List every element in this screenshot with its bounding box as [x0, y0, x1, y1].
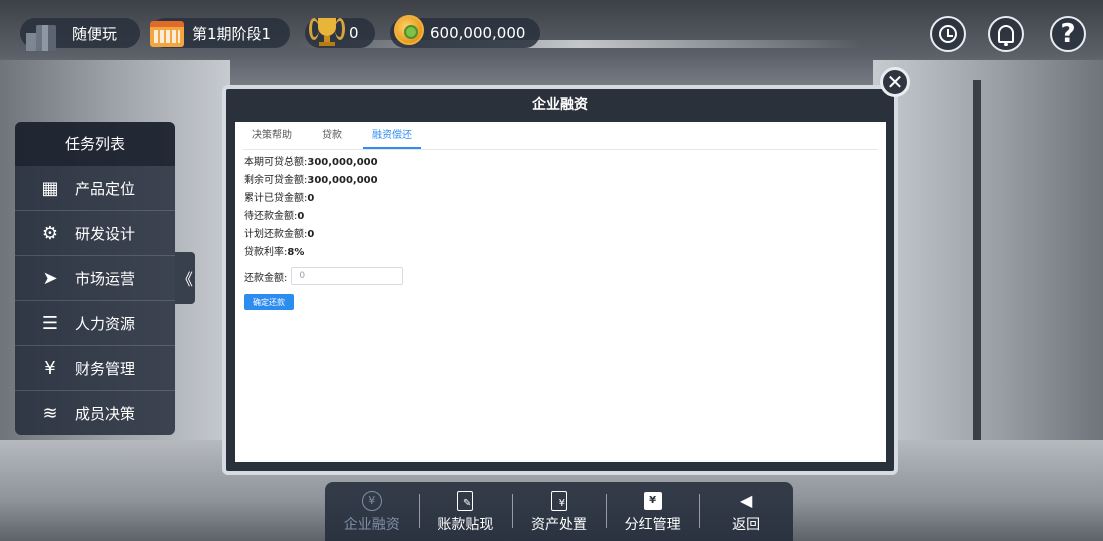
dialog-title: 企业融资: [532, 97, 588, 113]
sidebar-item-finance[interactable]: ¥ 财务管理: [15, 346, 175, 391]
toolbar-label: 账款贴现: [437, 516, 494, 533]
dialog-body: 决策帮助 贷款 融资偿还 本期可贷总额:300,000,000 剩余可贷金额:3…: [235, 122, 886, 462]
sidebar-item-rd-design[interactable]: ⚙ 研发设计: [15, 211, 175, 256]
office-wall-right: [873, 60, 1103, 480]
toolbar-back[interactable]: ◀ 返回: [699, 482, 793, 541]
coin-icon: [394, 15, 424, 45]
document-yen-icon: ¥: [550, 490, 567, 511]
person-list-icon: ☰: [41, 312, 59, 334]
double-chevron-left-icon: 《: [176, 270, 193, 289]
period-badge: 第1期阶段1: [150, 18, 290, 48]
financing-dialog: 企业融资 决策帮助 贷款 融资偿还 本期可贷总额:300,000,000 剩余可…: [222, 85, 898, 475]
finance-toolbar: ¥ 企业融资 ✎ 账款贴现 ¥ 资产处置 ¥ 分红管理 ◀ 返回: [325, 482, 793, 541]
toolbar-label: 资产处置: [530, 516, 587, 533]
paper-plane-icon: ➤: [42, 267, 58, 289]
tab-decision-help[interactable]: 决策帮助: [243, 122, 301, 149]
toolbar-label: 返回: [732, 516, 761, 533]
gear-icon: ⚙: [41, 222, 59, 244]
notification-button[interactable]: [988, 16, 1024, 52]
close-icon: ✕: [886, 70, 904, 94]
sidebar-item-label: 产品定位: [75, 179, 136, 198]
yen-icon: ¥: [44, 357, 56, 379]
loan-info: 本期可贷总额:300,000,000 剩余可贷金额:300,000,000 累计…: [235, 150, 886, 310]
task-sidebar: 任务列表 ▦ 产品定位 ⚙ 研发设计 ➤ 市场运营 ☰ 人力资源 ¥ 财务管理 …: [15, 122, 175, 435]
info-row-borrowed: 累计已贷金额:0: [244, 193, 315, 204]
calendar-icon: [150, 21, 184, 47]
coin-amount: 600,000,000: [430, 24, 526, 42]
toolbar-asset-disposal[interactable]: ¥ 资产处置: [512, 482, 606, 541]
dividend-box-icon: ¥: [643, 491, 662, 510]
repay-amount-label: 还款金额:: [244, 272, 288, 284]
toolbar-dividend[interactable]: ¥ 分红管理: [605, 482, 700, 541]
toolbar-discount[interactable]: ✎ 账款贴现: [418, 482, 513, 541]
close-dialog-button[interactable]: ✕: [880, 67, 910, 97]
yen-coin-icon: ¥: [361, 490, 382, 511]
trophy-count: 0: [349, 24, 359, 42]
user-badge: 随便玩: [20, 18, 140, 51]
sidebar-item-hr[interactable]: ☰ 人力资源: [15, 301, 175, 346]
trophy-badge: 0: [305, 18, 375, 48]
building-icon: [26, 25, 56, 51]
info-row-interest-rate: 贷款利率:8%: [244, 247, 305, 258]
period-label: 第1期阶段1: [192, 24, 272, 43]
bell-icon: [998, 25, 1014, 46]
history-button[interactable]: [930, 16, 966, 52]
sidebar-item-product-positioning[interactable]: ▦ 产品定位: [15, 166, 175, 211]
toolbar-label: 分红管理: [624, 516, 681, 533]
sidebar-item-label: 市场运营: [75, 269, 136, 288]
repay-amount-row: 还款金额:: [244, 266, 877, 286]
info-row-pending-repayment: 待还款金额:0: [244, 211, 305, 222]
sidebar-item-label: 人力资源: [75, 314, 136, 333]
info-row-planned-repayment: 计划还款金额:0: [244, 229, 315, 240]
user-name: 随便玩: [72, 24, 118, 43]
sidebar-item-label: 成员决策: [75, 405, 136, 423]
sidebar-item-marketing[interactable]: ➤ 市场运营: [15, 256, 175, 301]
grid-icon: ▦: [41, 177, 59, 199]
repay-amount-input[interactable]: [291, 267, 404, 285]
tab-repayment[interactable]: 融资偿还: [363, 122, 421, 149]
tab-loan[interactable]: 贷款: [313, 122, 351, 149]
toolbar-label: 企业融资: [343, 516, 400, 533]
info-row-total-loanable: 本期可贷总额:300,000,000: [244, 157, 378, 168]
back-arrow-icon: ◀: [740, 491, 753, 510]
help-button[interactable]: ?: [1050, 16, 1086, 52]
confirm-repay-button[interactable]: 确定还款: [244, 294, 294, 310]
coin-badge: 600,000,000: [390, 15, 540, 48]
question-icon: ?: [1060, 19, 1076, 49]
toolbar-financing[interactable]: ¥ 企业融资: [325, 482, 419, 541]
sidebar-title: 任务列表: [15, 122, 175, 166]
info-row-remaining-loanable: 剩余可贷金额:300,000,000: [244, 175, 378, 186]
dialog-tabs: 决策帮助 贷款 融资偿还: [243, 122, 878, 150]
trophy-icon: [309, 14, 345, 48]
layers-icon: ≋: [42, 403, 58, 424]
sidebar-collapse-button[interactable]: 《: [175, 252, 195, 304]
sidebar-item-member-decision[interactable]: ≋ 成员决策: [15, 391, 175, 436]
history-icon: [939, 25, 957, 43]
document-pen-icon: ✎: [457, 490, 474, 511]
sidebar-item-label: 财务管理: [75, 359, 136, 378]
sidebar-item-label: 研发设计: [75, 224, 136, 243]
